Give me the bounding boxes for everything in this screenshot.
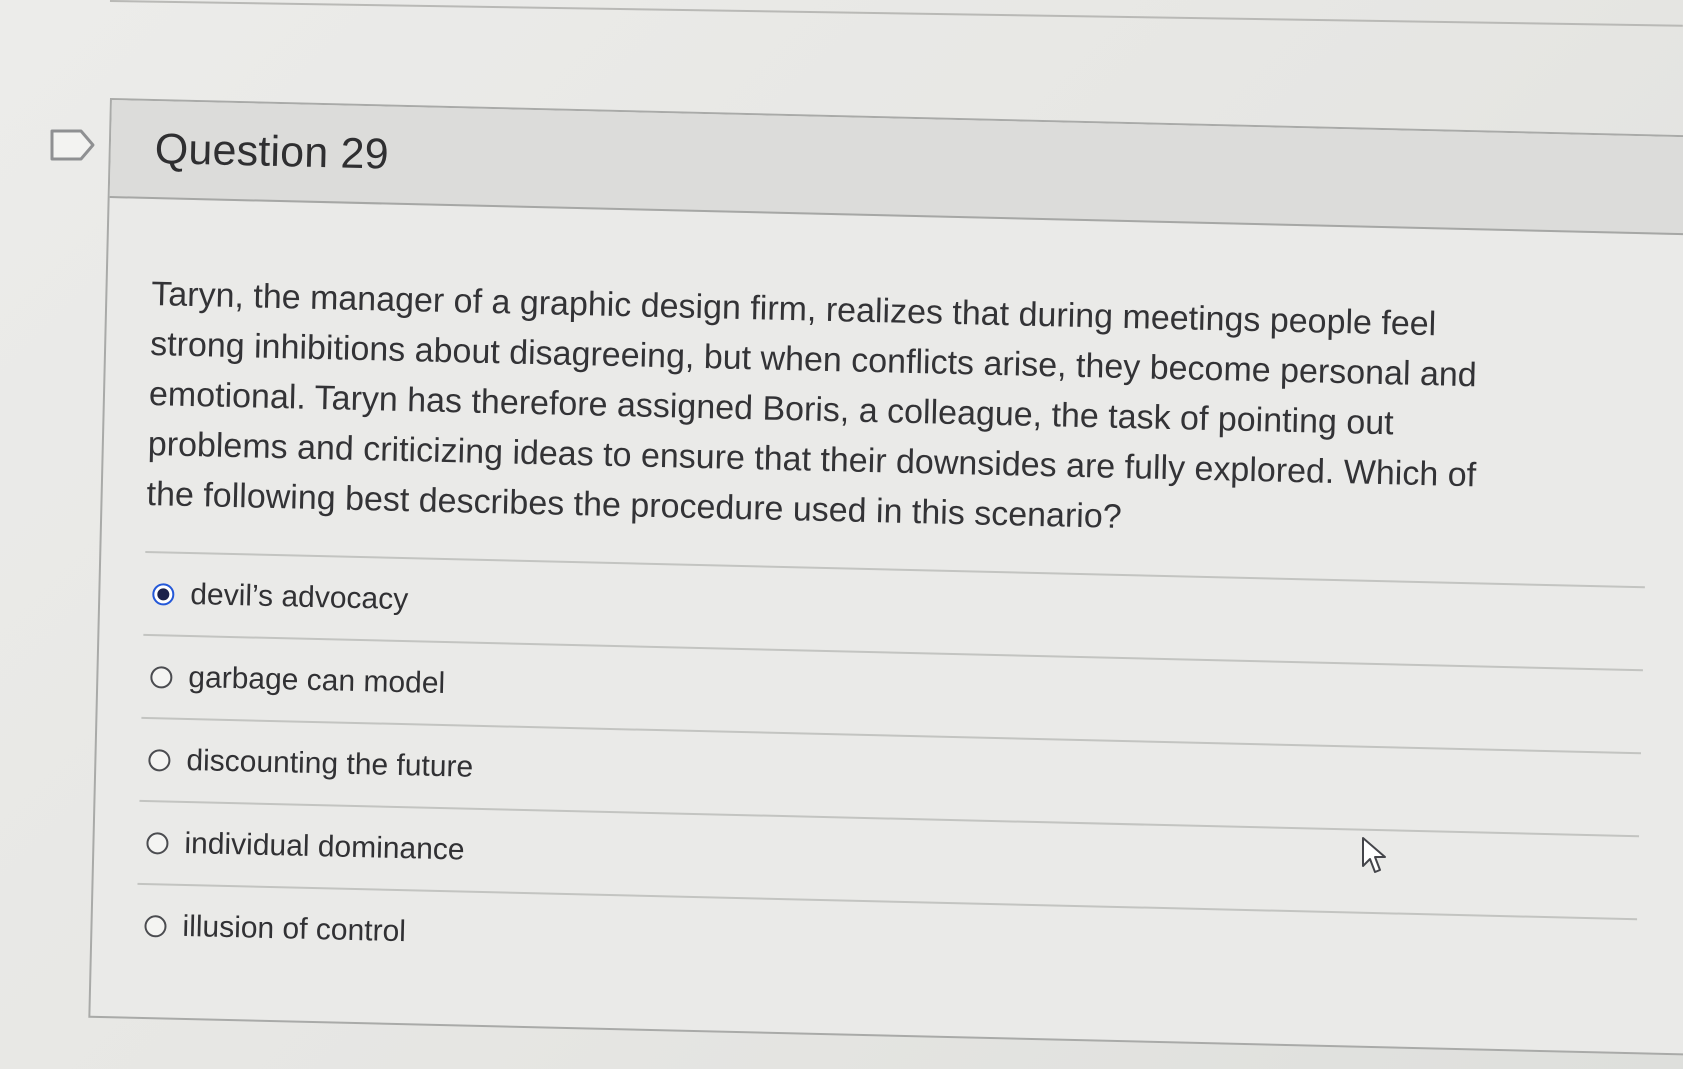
radio-button[interactable] <box>146 831 169 855</box>
answer-list: devil’s advocacy garbage can model disco… <box>136 550 1645 1001</box>
answer-label: discounting the future <box>186 743 474 784</box>
radio-button[interactable] <box>148 748 171 772</box>
top-divider <box>109 0 1683 27</box>
radio-button[interactable] <box>150 665 173 689</box>
question-card: Question 29 Taryn, the manager of a grap… <box>88 98 1683 1056</box>
flag-icon[interactable] <box>50 128 96 162</box>
answer-label: devil’s advocacy <box>189 577 409 616</box>
radio-button[interactable] <box>144 914 167 938</box>
mouse-pointer-icon <box>1362 837 1386 873</box>
answer-label: illusion of control <box>182 909 407 948</box>
question-header: Question 29 <box>109 100 1683 237</box>
question-title: Question 29 <box>154 125 390 179</box>
answer-label: garbage can model <box>187 660 446 700</box>
question-text: Taryn, the manager of a graphic design f… <box>146 275 1478 536</box>
answer-label: individual dominance <box>184 826 465 867</box>
quiz-page: Question 29 Taryn, the manager of a grap… <box>0 0 1683 1069</box>
radio-button-selected[interactable] <box>152 582 175 606</box>
